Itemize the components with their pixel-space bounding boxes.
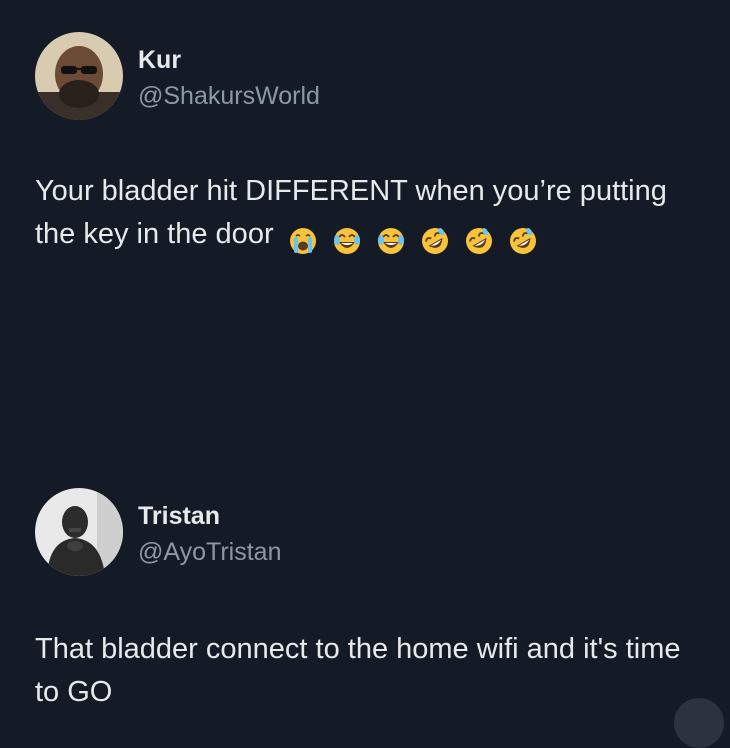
emoji-row [282, 219, 538, 262]
partial-avatar-icon [674, 698, 724, 748]
avatar-tristan-image [35, 488, 123, 576]
rolling-on-floor-laughing-icon [508, 226, 538, 256]
display-name-tristan[interactable]: Tristan [138, 502, 220, 531]
handle-kur[interactable]: @ShakursWorld [138, 82, 320, 111]
rolling-on-floor-laughing-icon [464, 226, 494, 256]
tweet-text-kur: Your bladder hit DIFFERENT when you’re p… [35, 170, 705, 262]
handle-tristan[interactable]: @AyoTristan [138, 538, 281, 567]
avatar-kur-image [35, 32, 123, 120]
avatar-tristan[interactable] [35, 488, 123, 576]
tweet-text-tristan: That bladder connect to the home wifi an… [35, 633, 681, 708]
loudly-crying-face-icon [288, 226, 318, 256]
display-name-kur[interactable]: Kur [138, 46, 181, 75]
face-with-tears-of-joy-icon [332, 226, 362, 256]
face-with-tears-of-joy-icon [376, 226, 406, 256]
avatar-kur[interactable] [35, 32, 123, 120]
rolling-on-floor-laughing-icon [420, 226, 450, 256]
